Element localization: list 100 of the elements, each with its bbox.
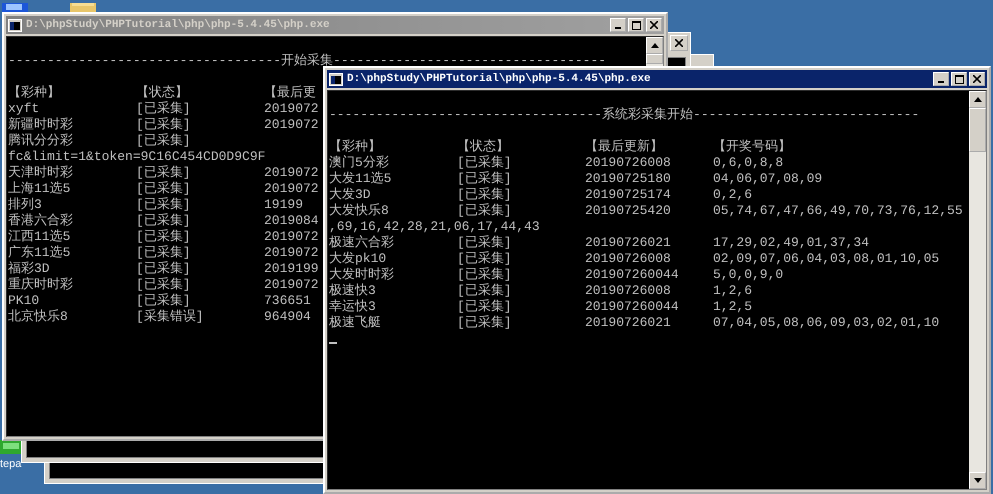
console-text: 新疆时时彩: [8, 117, 74, 133]
console-text: 2019084: [264, 213, 319, 229]
close-button[interactable]: [670, 35, 688, 51]
console-text: 201907260044: [585, 267, 680, 283]
console-text: 香港六合彩: [8, 213, 74, 229]
console-text: 福彩3D: [8, 261, 51, 277]
close-button[interactable]: [969, 72, 985, 86]
console-text: 江西11选5: [8, 229, 72, 245]
console-text: [已采集]: [136, 293, 192, 309]
desktop-icon-label[interactable]: tepa: [0, 458, 22, 470]
console-text: 2019072: [264, 101, 319, 117]
scrollbar[interactable]: [969, 91, 986, 489]
minimize-button[interactable]: [610, 18, 626, 32]
console-text: [已采集]: [136, 229, 192, 245]
window-title: D:\phpStudy\PHPTutorial\php\php-5.4.45\php.exe: [26, 19, 331, 31]
console-text: 腾讯分分彩: [8, 133, 74, 149]
console-text: [已采集]: [136, 165, 192, 181]
console-text: 上海11选5: [8, 181, 72, 197]
scroll-up-button[interactable]: [646, 37, 663, 54]
maximize-button[interactable]: [628, 18, 644, 32]
console-text: 大发时时彩: [329, 267, 395, 283]
console-text: 19199: [264, 197, 304, 213]
console-text: 排列3: [8, 197, 43, 213]
console-text: [已采集]: [136, 117, 192, 133]
console-text: 0,2,6: [713, 187, 752, 203]
console-text: [已采集]: [136, 245, 192, 261]
console-text: [已采集]: [457, 235, 513, 251]
console-text: xyft: [8, 101, 40, 117]
console-text: 5,0,0,9,0: [713, 267, 784, 283]
close-icon: [675, 39, 683, 47]
close-icon: [650, 21, 658, 29]
down-arrow-icon: [974, 478, 982, 483]
console-text: 大发快乐8: [329, 203, 390, 219]
console-line: -----------------------------------开始采集-----------------------------------: [8, 53, 606, 69]
console-text: 05,74,67,47,66,49,70,73,76,12,55: [713, 203, 963, 219]
computer-icon[interactable]: [2, 3, 28, 13]
console-text: 201907260044: [585, 299, 680, 315]
console-text: 幸运快3: [329, 299, 377, 315]
console-text: 【状态】: [136, 85, 189, 101]
console-text: 【最后更新】: [585, 139, 664, 155]
console-text: [已采集]: [136, 197, 192, 213]
console-text: 07,04,05,08,06,09,03,02,01,10: [713, 315, 940, 331]
console-text: [已采集]: [457, 283, 513, 299]
console-text: 20190725420: [585, 203, 672, 219]
console-text: 大发pk10: [329, 251, 388, 267]
console-text: 02,09,07,06,04,03,08,01,10,05: [713, 251, 940, 267]
console-text: 2019199: [264, 261, 319, 277]
up-arrow-icon: [650, 43, 658, 48]
console-text: [已采集]: [457, 315, 513, 331]
console-text: 大发11选5: [329, 171, 392, 187]
close-icon: [973, 75, 981, 83]
console-text: PK10: [8, 293, 40, 309]
console-text: [已采集]: [457, 171, 513, 187]
maximize-icon: [954, 74, 964, 84]
console-text: 964904: [264, 309, 311, 325]
console-text: [已采集]: [136, 101, 192, 117]
console-text: 2019072: [264, 277, 319, 293]
console-text: [已采集]: [457, 267, 513, 283]
console-text: 极速六合彩: [329, 235, 395, 251]
console-text: [已采集]: [457, 155, 513, 171]
console-text: [已采集]: [457, 251, 513, 267]
close-button[interactable]: [646, 18, 662, 32]
console-text: 极速快3: [329, 283, 377, 299]
console-icon: [329, 72, 343, 86]
console-text: 0,6,0,8,8: [713, 155, 784, 171]
console-text: 【彩种】: [8, 85, 61, 101]
console-text: [已采集]: [136, 133, 191, 149]
maximize-button[interactable]: [951, 72, 967, 86]
scroll-up-button[interactable]: [969, 91, 986, 108]
console-text: 重庆时时彩: [8, 277, 74, 293]
console-text: 【状态】: [457, 139, 510, 155]
scroll-down-button[interactable]: [969, 472, 986, 489]
console-text: 1,2,6: [713, 283, 752, 299]
console-text: 2019072: [264, 181, 319, 197]
title-bar[interactable]: D:\phpStudy\PHPTutorial\php\php-5.4.45\php.exe: [327, 70, 987, 88]
console-text: 20190726021: [585, 315, 672, 331]
console-text: 20190726008: [585, 251, 672, 267]
console-text: 20190725180: [585, 171, 672, 187]
console-text: 2019072: [264, 117, 319, 133]
console-text: 【开奖号码】: [713, 139, 791, 155]
console-text: 2019072: [264, 165, 319, 181]
console-icon: [8, 18, 22, 32]
console-text: 20190726021: [585, 235, 672, 251]
console-text: 2019072: [264, 229, 319, 245]
console-text: 736651: [264, 293, 311, 309]
console-text: [已采集]: [136, 261, 192, 277]
console-text: 【彩种】: [329, 139, 382, 155]
scroll-thumb[interactable]: [969, 108, 986, 152]
text-cursor: [329, 342, 337, 344]
up-arrow-icon: [974, 97, 982, 102]
window-title: D:\phpStudy\PHPTutorial\php\php-5.4.45\php.exe: [347, 73, 652, 85]
console-text: 04,06,07,08,09: [713, 171, 822, 187]
console-text: [已采集]: [457, 299, 513, 315]
console-text: [已采集]: [457, 203, 513, 219]
minimize-button[interactable]: [933, 72, 949, 86]
console-text: [已采集]: [136, 213, 192, 229]
console-line: ,69,16,42,28,21,06,17,44,43: [329, 219, 540, 235]
console-text: 2019072: [264, 245, 319, 261]
console-text: [采集错误]: [136, 309, 205, 325]
scroll-thumb[interactable]: [646, 54, 663, 64]
